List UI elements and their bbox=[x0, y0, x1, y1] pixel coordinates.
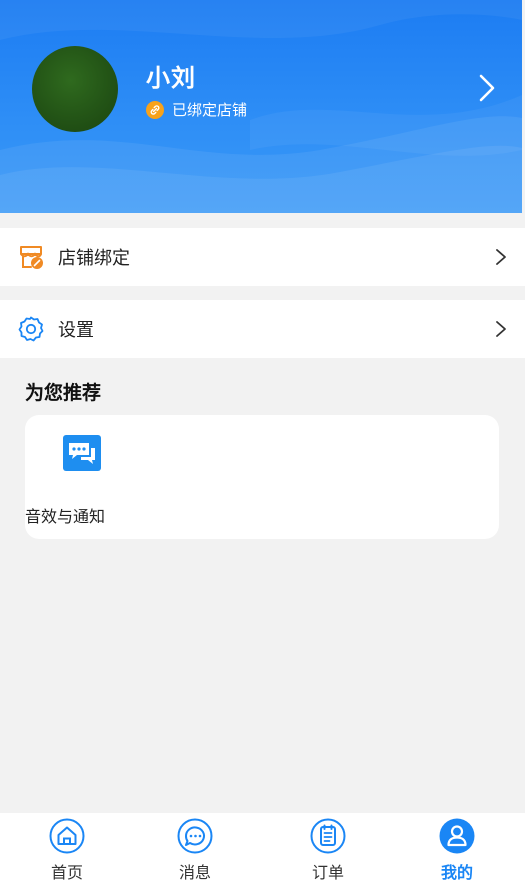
tab-label: 订单 bbox=[311, 863, 344, 882]
link-icon bbox=[146, 100, 164, 119]
menu-item-settings[interactable]: 设置 bbox=[0, 300, 525, 358]
gear-icon bbox=[18, 316, 44, 342]
bottom-tab-bar: 首页 消息 订单 我的 bbox=[0, 813, 525, 890]
menu-item-label: 店铺绑定 bbox=[58, 248, 130, 269]
tab-messages[interactable]: 消息 bbox=[150, 813, 240, 890]
tab-label: 首页 bbox=[50, 863, 83, 882]
chevron-right-icon[interactable] bbox=[472, 70, 500, 106]
recommend-card: 音效与通知 bbox=[25, 415, 499, 539]
bind-status: 已绑定店铺 bbox=[146, 99, 247, 120]
tab-label: 消息 bbox=[178, 863, 211, 882]
tab-label: 我的 bbox=[440, 863, 473, 882]
chevron-right-icon bbox=[496, 321, 506, 337]
tab-orders[interactable]: 订单 bbox=[283, 813, 373, 890]
store-bind-icon bbox=[20, 246, 43, 269]
tab-home[interactable]: 首页 bbox=[22, 813, 112, 890]
recommend-item-sound-notification[interactable]: 音效与通知 bbox=[25, 415, 145, 539]
bind-status-text: 已绑定店铺 bbox=[172, 101, 248, 119]
order-list-icon bbox=[310, 818, 346, 854]
avatar[interactable] bbox=[32, 46, 118, 132]
message-icon bbox=[177, 818, 213, 854]
menu-item-label: 设置 bbox=[58, 320, 94, 341]
home-icon bbox=[49, 818, 85, 854]
chat-bubbles-icon bbox=[63, 435, 101, 471]
menu-item-store-binding[interactable]: 店铺绑定 bbox=[0, 228, 525, 286]
user-name: 小刘 bbox=[146, 64, 196, 92]
user-icon bbox=[439, 818, 475, 854]
tab-mine[interactable]: 我的 bbox=[412, 813, 502, 890]
recommend-title: 为您推荐 bbox=[25, 382, 102, 404]
profile-header: 小刘 已绑定店铺 bbox=[0, 0, 522, 213]
chevron-right-icon bbox=[496, 249, 506, 265]
recommend-item-label: 音效与通知 bbox=[25, 507, 106, 526]
